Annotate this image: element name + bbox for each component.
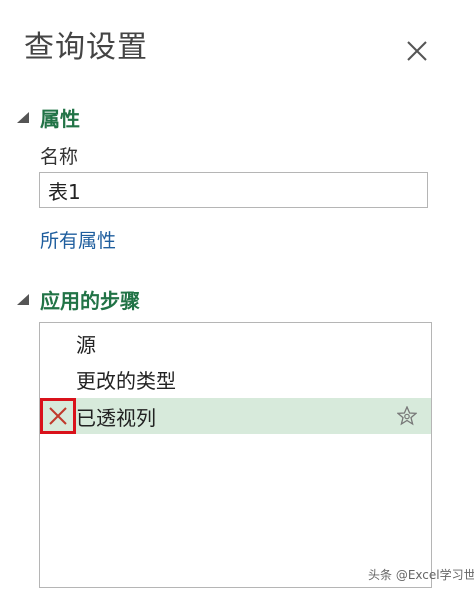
step-pivoted-column[interactable]: 已透视列 <box>40 398 431 434</box>
delete-x-icon <box>49 407 67 425</box>
close-button[interactable] <box>402 36 432 66</box>
applied-steps-list: 源 更改的类型 已透视列 <box>39 322 432 588</box>
applied-steps-section-header[interactable]: 应用的步骤 <box>16 285 140 314</box>
properties-heading: 属性 <box>40 107 80 131</box>
step-label: 源 <box>76 332 96 357</box>
step-label: 已透视列 <box>76 405 156 430</box>
all-properties-link[interactable]: 所有属性 <box>40 226 116 253</box>
step-label: 更改的类型 <box>76 368 176 393</box>
name-field[interactable] <box>39 172 428 208</box>
step-changed-type[interactable]: 更改的类型 <box>40 361 431 397</box>
properties-section-header[interactable]: 属性 <box>16 103 80 132</box>
delete-step-button[interactable] <box>40 398 76 434</box>
step-source[interactable]: 源 <box>40 325 431 361</box>
name-label: 名称 <box>40 146 79 168</box>
collapse-triangle-icon <box>17 293 29 305</box>
pane-title: 查询设置 <box>24 30 148 65</box>
step-settings-gear-icon[interactable] <box>397 406 417 426</box>
query-settings-pane: 查询设置 属性 名称 所有属性 应用的步骤 源 更改的类型 <box>0 0 474 594</box>
collapse-triangle-icon <box>17 111 29 123</box>
watermark: 头条 @Excel学习世界 <box>368 568 474 582</box>
close-icon <box>407 41 427 61</box>
applied-steps-heading: 应用的步骤 <box>40 289 140 313</box>
